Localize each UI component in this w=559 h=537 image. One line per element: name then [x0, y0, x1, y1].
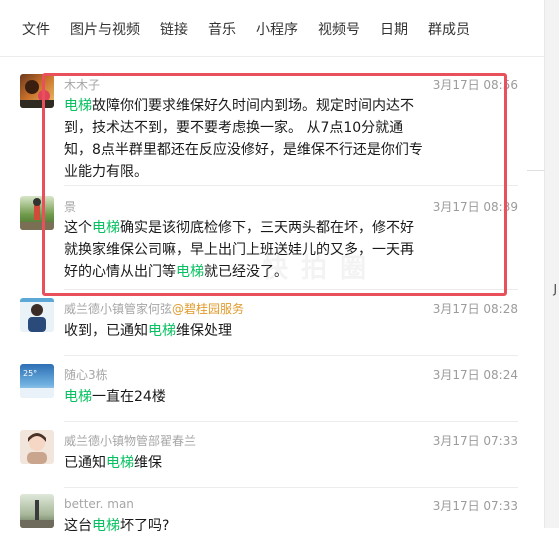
- side-text: J: [553, 282, 557, 296]
- tab-music[interactable]: 音乐: [208, 19, 236, 39]
- sender-tag: @碧桂园服务: [172, 302, 245, 316]
- tab-bar: 文件 图片与视频 链接 音乐 小程序 视频号 日期 群成员: [0, 0, 545, 57]
- sender-name: 随心3栋: [64, 368, 108, 382]
- tab-channels[interactable]: 视频号: [318, 19, 360, 39]
- avatar-image: [27, 433, 47, 464]
- highlight-box: [42, 73, 507, 296]
- message-item[interactable]: 威兰德小镇物管部翟春兰 3月17日 07:33 已通知电梯维保: [0, 422, 545, 488]
- keyword-highlight: 电梯: [64, 389, 92, 405]
- tab-members[interactable]: 群成员: [428, 19, 470, 39]
- sender-name: 威兰德小镇物管部翟春兰: [64, 434, 197, 448]
- avatar-image: [20, 500, 54, 528]
- message-text: 这台电梯坏了吗?: [64, 518, 170, 534]
- sender-name: better. man: [64, 497, 134, 511]
- svg-text:25°: 25°: [23, 369, 37, 378]
- message-text: 电梯一直在24楼: [64, 389, 166, 405]
- message-time: 3月17日 08:24: [432, 368, 518, 382]
- message-text: 已通知电梯维保: [64, 455, 162, 471]
- keyword-highlight: 电梯: [92, 518, 120, 534]
- avatar[interactable]: [20, 430, 54, 464]
- message-time: 3月17日 07:33: [432, 499, 518, 513]
- avatar-image: [20, 298, 54, 332]
- sender-name: 威兰德小镇管家何弦@碧桂园服务: [64, 302, 245, 316]
- keyword-highlight: 电梯: [148, 323, 176, 339]
- message-time: 3月17日 07:33: [432, 434, 518, 448]
- tab-links[interactable]: 链接: [160, 19, 188, 39]
- keyword-highlight: 电梯: [106, 455, 134, 471]
- message-item[interactable]: 25° 随心3栋 3月17日 08:24 电梯一直在24楼: [0, 356, 545, 422]
- tab-images-videos[interactable]: 图片与视频: [70, 19, 140, 39]
- avatar[interactable]: [20, 298, 54, 332]
- message-time: 3月17日 08:28: [432, 302, 518, 316]
- message-item[interactable]: better. man 3月17日 07:33 这台电梯坏了吗?: [0, 488, 545, 534]
- scrollbar[interactable]: [544, 0, 559, 528]
- message-text: 收到，已通知电梯维保处理: [64, 323, 232, 339]
- avatar[interactable]: [20, 494, 54, 528]
- tab-date[interactable]: 日期: [380, 19, 408, 39]
- tab-mini-programs[interactable]: 小程序: [256, 19, 298, 39]
- avatar-image: 25°: [20, 369, 54, 398]
- tab-files[interactable]: 文件: [22, 19, 50, 39]
- avatar[interactable]: 25°: [20, 364, 54, 398]
- message-item[interactable]: 威兰德小镇管家何弦@碧桂园服务 3月17日 08:28 收到，已通知电梯维保处理: [0, 290, 545, 356]
